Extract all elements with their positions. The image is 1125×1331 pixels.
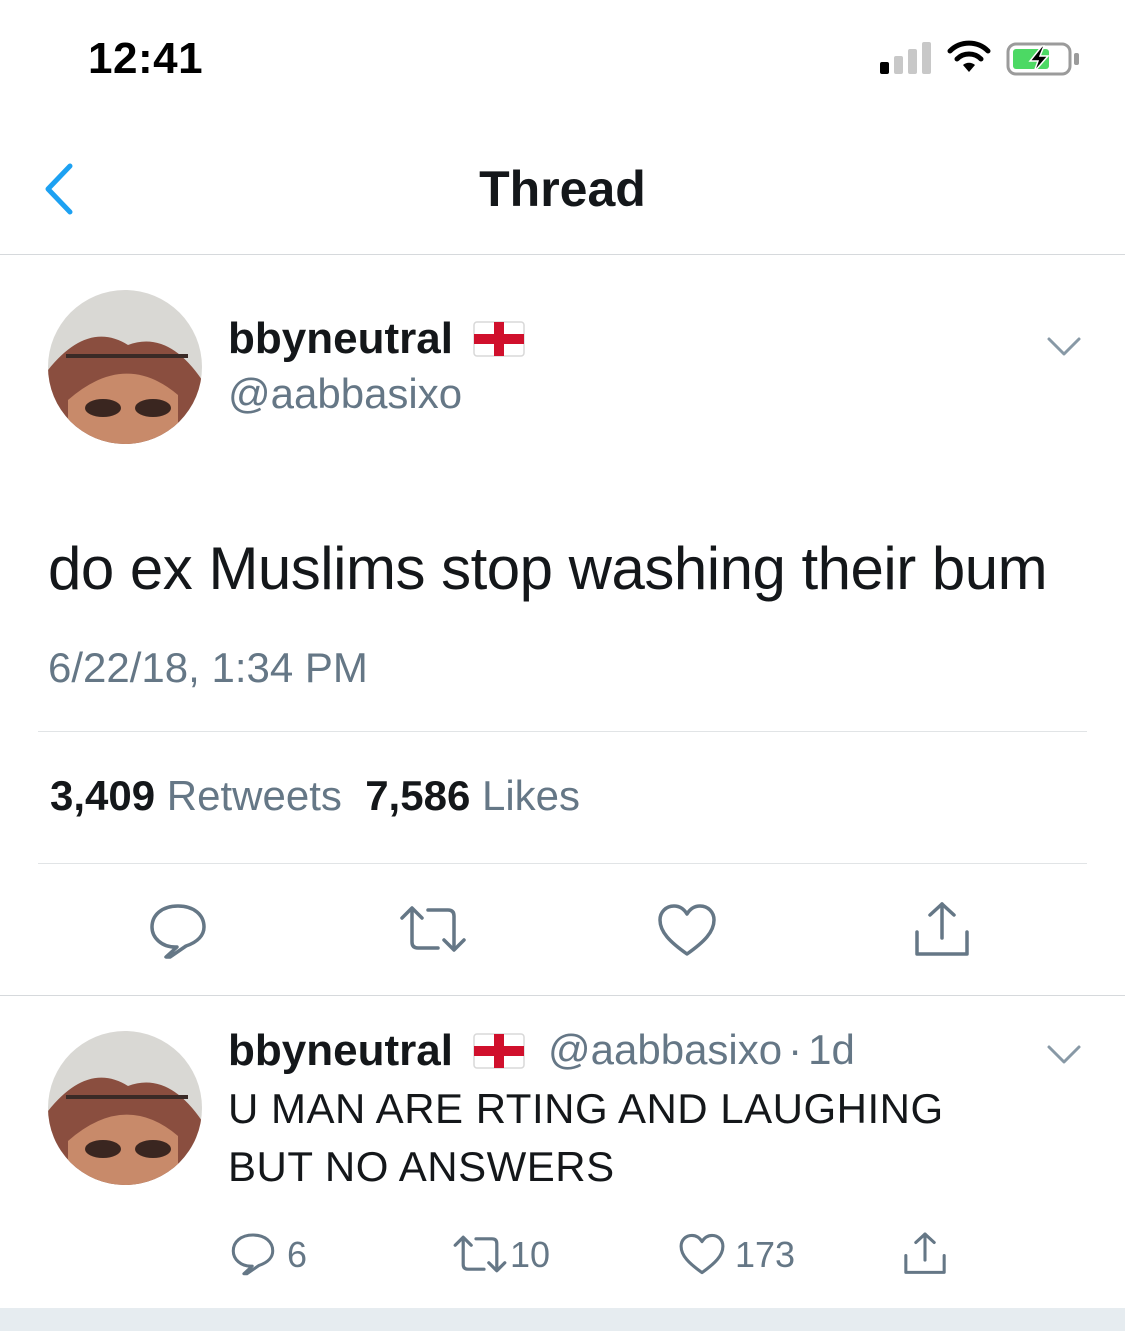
battery-charging-icon [1006, 42, 1079, 76]
avatar[interactable] [48, 290, 202, 444]
reply-avatar[interactable] [48, 1031, 202, 1185]
reply-reply-icon[interactable] [230, 1232, 276, 1276]
like-heart-icon[interactable] [656, 902, 718, 958]
user-handle[interactable]: @aabbasixo [228, 370, 462, 418]
stats-divider [38, 863, 1087, 864]
reply-more-options-chevron-icon[interactable] [1046, 1044, 1082, 1066]
reply-text-line-2: BUT NO ANSWERS [228, 1143, 615, 1190]
retweets-link[interactable]: Retweets [167, 772, 342, 819]
likes-link[interactable]: Likes [482, 772, 580, 819]
display-name[interactable]: bbyneutral [228, 314, 453, 364]
retweet-count: 10 [510, 1234, 551, 1275]
header-divider [0, 254, 1125, 255]
timestamp-divider [38, 731, 1087, 732]
status-time: 12:41 [88, 34, 204, 83]
reply-count: 6 [287, 1234, 308, 1275]
wifi-icon [947, 40, 991, 72]
reply-text: U MAN ARE RTING AND LAUGHING BUT NO ANSW… [228, 1080, 944, 1196]
page-title: Thread [479, 161, 646, 217]
retweet-icon[interactable] [398, 904, 468, 954]
like-count: 173 [735, 1234, 796, 1275]
tweet-text: do ex Muslims stop washing their bum [48, 535, 1048, 602]
cellular-signal-icon [880, 42, 931, 74]
likes-count: 7,586 [365, 772, 471, 819]
actions-divider [0, 995, 1125, 996]
reply-text-line-1: U MAN ARE RTING AND LAUGHING [228, 1085, 944, 1132]
reply-like-heart-icon[interactable] [678, 1232, 726, 1276]
more-options-chevron-icon[interactable] [1046, 336, 1082, 358]
reply-england-flag-icon [473, 1033, 525, 1069]
reply-display-name[interactable]: bbyneutral [228, 1026, 453, 1076]
tweet-timestamp: 6/22/18, 1:34 PM [48, 644, 368, 691]
reply-retweet-icon[interactable] [452, 1234, 508, 1274]
tweet-stats: 3,409 Retweets 7,586 Likes [50, 772, 580, 820]
reply-icon[interactable] [148, 902, 208, 960]
reply-meta: @aabbasixo · 1d [548, 1026, 855, 1074]
retweets-count: 3,409 [50, 772, 156, 819]
meta-separator: · [788, 1026, 803, 1073]
reply-handle[interactable]: @aabbasixo [548, 1026, 782, 1073]
reply-share-icon[interactable] [902, 1230, 948, 1278]
england-flag-icon [473, 321, 525, 357]
reply-age[interactable]: 1d [808, 1026, 855, 1073]
share-icon[interactable] [912, 900, 972, 960]
footer-separator-bar [0, 1308, 1125, 1331]
